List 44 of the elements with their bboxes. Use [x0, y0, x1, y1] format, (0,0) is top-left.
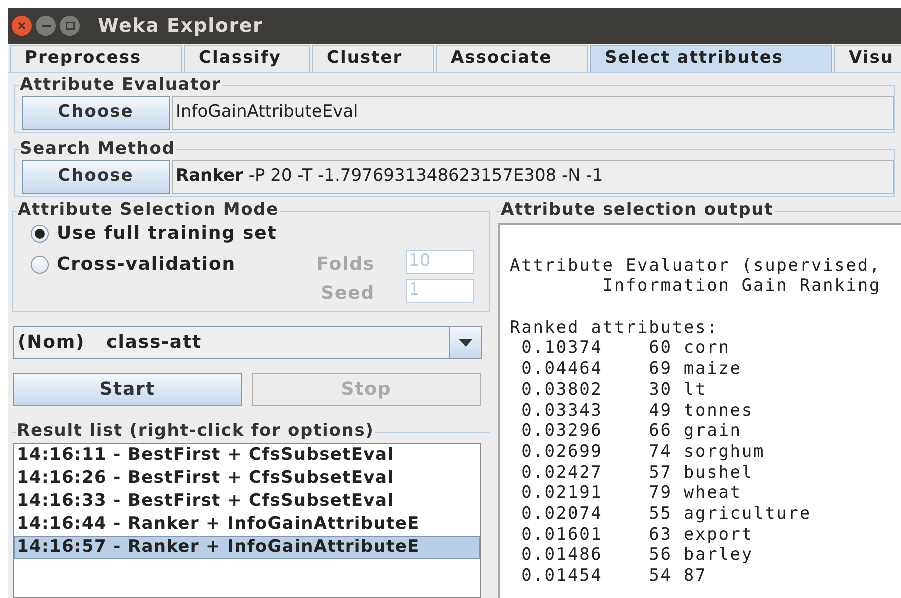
output-line: 0.02699 74 sorghum — [520, 442, 766, 463]
result-item[interactable]: 14:16:57 - Ranker + InfoGainAttributeE — [14, 536, 480, 559]
output-line: 0.01601 63 export — [520, 524, 754, 546]
group-title: Attribute selection output — [500, 199, 775, 221]
output-line: Information Gain Ranking — [602, 276, 882, 298]
output-line: Attribute Evaluator (supervised, — [510, 256, 882, 276]
output-line: 0.01486 56 barley — [520, 545, 754, 566]
tab[interactable]: Preprocess — [10, 45, 182, 72]
window-title: Weka Explorer — [98, 14, 264, 39]
output-line: 0.02191 79 wheat — [520, 483, 743, 504]
tab[interactable]: Visu — [834, 45, 901, 72]
class-dropdown[interactable]: (Nom) class-att — [13, 326, 482, 359]
action-button[interactable]: Start — [13, 373, 242, 406]
output-line: 0.04464 69 maize — [520, 359, 743, 380]
output-line: 0.02427 57 bushel — [520, 462, 754, 484]
value-field[interactable]: Ranker -P 20 -T -1.7976931348623157E308 -N -1 — [172, 160, 894, 194]
result-item[interactable]: 14:16:11 - BestFirst + CfsSubsetEval — [14, 444, 480, 467]
close-icon[interactable] — [12, 16, 32, 36]
output-line: 0.10374 60 corn — [520, 338, 732, 360]
output-line: 0.03802 30 lt — [520, 380, 708, 400]
field-label: Seed — [321, 282, 375, 306]
group-title: Result list (right-click for options) — [16, 420, 376, 442]
output-line: 0.02074 55 agriculture — [520, 504, 812, 525]
result-item[interactable]: 14:16:44 - Ranker + InfoGainAttributeE — [14, 513, 480, 536]
choose-button[interactable]: Choose — [22, 96, 170, 130]
maximize-icon[interactable] — [60, 16, 80, 36]
tab[interactable]: Associate — [436, 45, 588, 72]
minimize-icon[interactable] — [36, 16, 56, 36]
radio-label: Use full training set — [57, 222, 278, 246]
output-line: 0.03343 49 tonnes — [520, 400, 754, 422]
output-line: 0.01454 54 87 — [520, 566, 708, 587]
choose-button[interactable]: Choose — [22, 160, 170, 194]
result-item[interactable]: 14:16:33 - BestFirst + CfsSubsetEval — [14, 490, 480, 513]
radio-button[interactable] — [31, 224, 49, 242]
field-label: Folds — [316, 253, 375, 277]
tab[interactable]: Cluster — [312, 45, 434, 72]
tab[interactable]: Select attributes — [590, 45, 832, 72]
output-line: 0.03296 66 grain — [520, 421, 743, 442]
result-item[interactable]: 14:16:26 - BestFirst + CfsSubsetEval — [14, 467, 480, 490]
tab[interactable]: Classify — [184, 45, 310, 72]
radio-label: Cross-validation — [57, 253, 236, 277]
value-field[interactable]: InfoGainAttributeEval — [172, 96, 894, 130]
radio-button[interactable] — [31, 256, 49, 274]
output-line: Ranked attributes: — [510, 318, 720, 338]
